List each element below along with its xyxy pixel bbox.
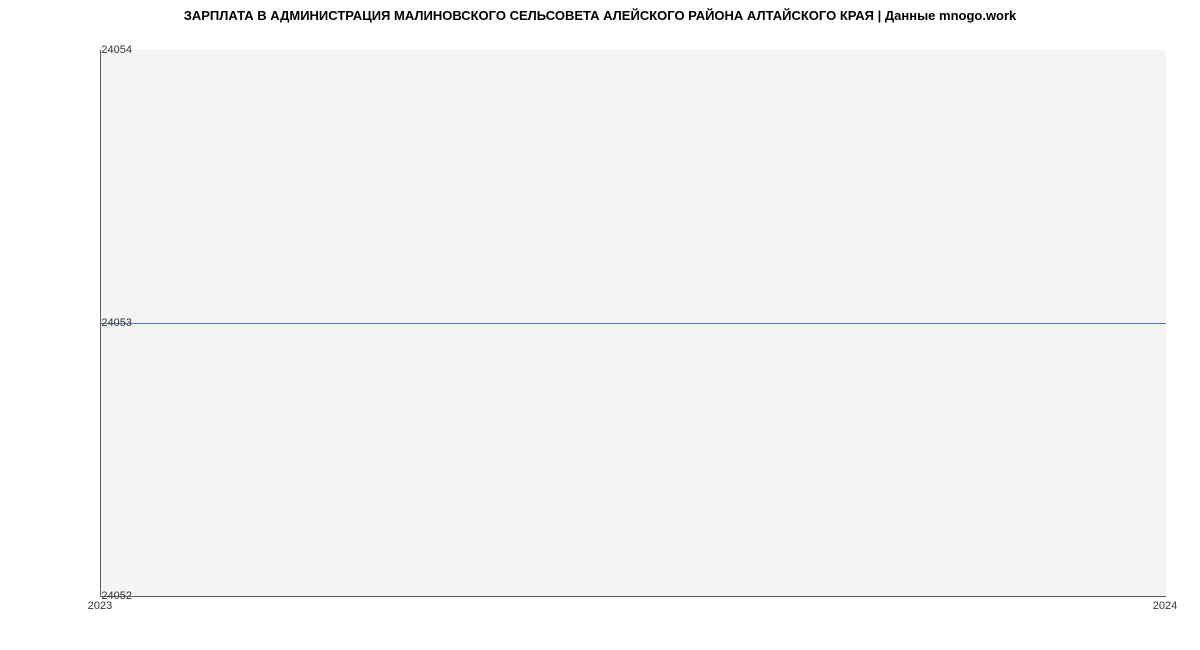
x-tick-1: 2024 bbox=[1153, 600, 1177, 612]
chart-title: ЗАРПЛАТА В АДМИНИСТРАЦИЯ МАЛИНОВСКОГО СЕ… bbox=[0, 0, 1200, 23]
y-tick-1: 24053 bbox=[72, 317, 132, 329]
series-line bbox=[101, 323, 1166, 324]
y-tick-2: 24054 bbox=[72, 44, 132, 56]
x-tick-0: 2023 bbox=[88, 600, 112, 612]
plot-area bbox=[100, 50, 1166, 597]
